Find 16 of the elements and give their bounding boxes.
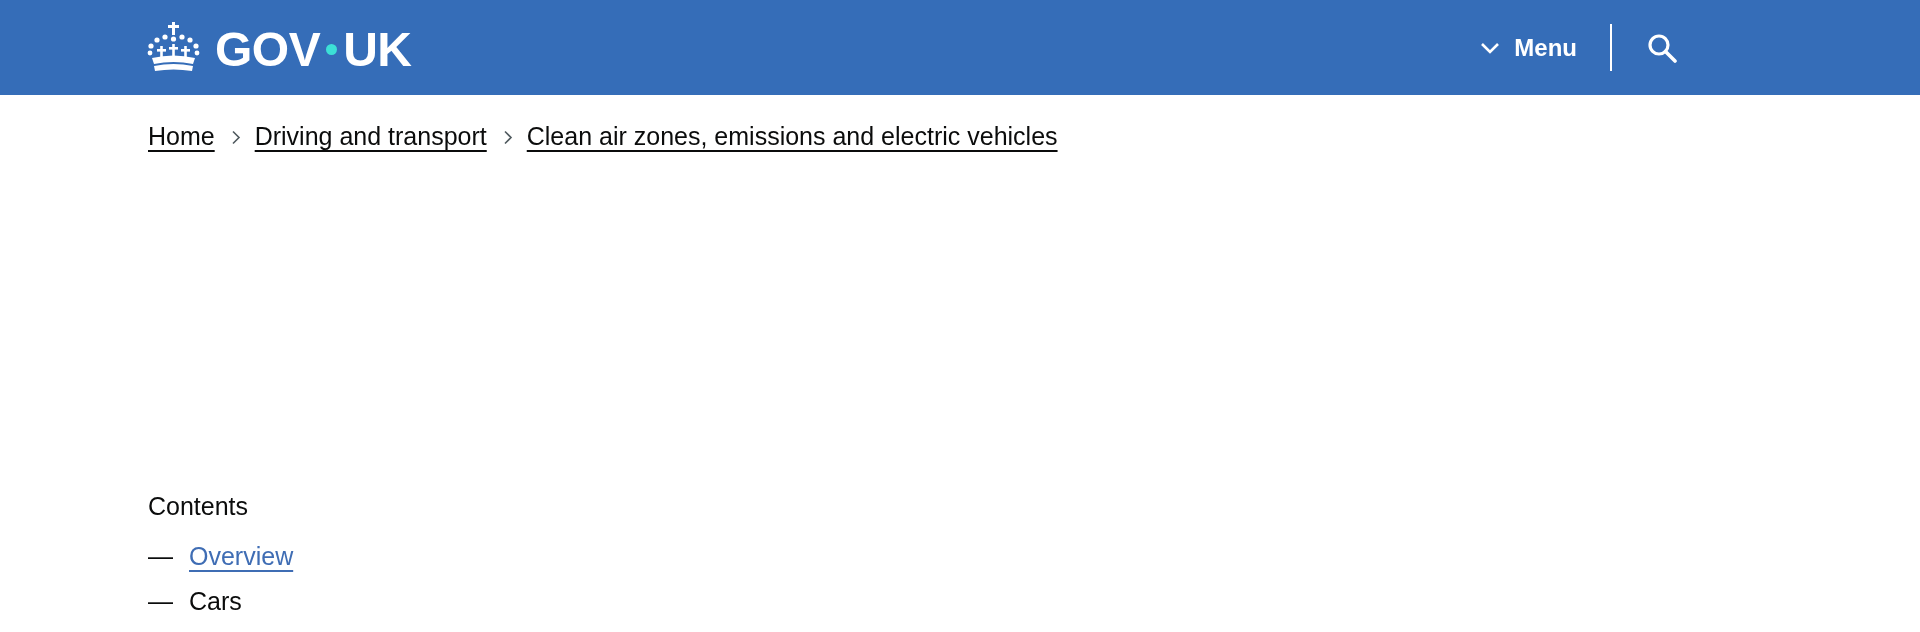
chevron-right-icon: [502, 130, 513, 145]
breadcrumb-link[interactable]: Home: [148, 121, 215, 151]
current-page-label: Cars: [189, 586, 242, 616]
search-icon: [1647, 32, 1677, 63]
chevron-right-icon: [230, 130, 241, 145]
breadcrumb-link[interactable]: Clean air zones, emissions and electric vehicles: [526, 121, 1058, 151]
list-dash: —: [148, 541, 173, 571]
logo-link[interactable]: GOV UK: [147, 21, 412, 74]
dot-icon: [326, 44, 338, 55]
list-dash: —: [148, 586, 173, 616]
search-button[interactable]: [1647, 32, 1677, 63]
breadcrumb-link[interactable]: Driving and transport: [254, 121, 487, 151]
crown-icon: [147, 21, 200, 72]
contents-link[interactable]: Overview: [189, 541, 294, 571]
contents-heading: Contents: [148, 491, 249, 521]
menu-button[interactable]: Menu: [1480, 32, 1577, 63]
